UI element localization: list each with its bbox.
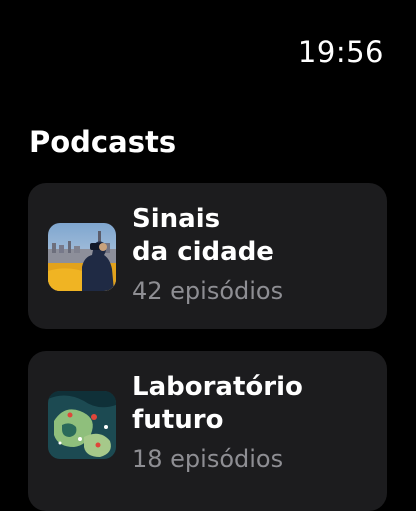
- status-time: 19:56: [297, 35, 384, 69]
- page-title: Podcasts: [29, 125, 177, 159]
- podcast-artwork: [48, 223, 116, 291]
- episode-count: 42 episódios: [132, 277, 284, 305]
- episode-count: 18 episódios: [132, 445, 284, 473]
- podcast-info: Sinais da cidade 42 episódios: [132, 203, 377, 306]
- podcast-title: Sinais da cidade: [132, 204, 274, 267]
- podcast-card-sinais-da-cidade[interactable]: Sinais da cidade 42 episódios: [28, 183, 387, 329]
- podcast-info: Laboratório futuro 18 episódios: [132, 371, 377, 474]
- podcast-card-laboratorio-futuro[interactable]: Laboratório futuro 18 episódios: [28, 351, 387, 511]
- city-skyline-person-artwork: [48, 223, 116, 291]
- podcast-artwork: [48, 391, 116, 459]
- abstract-map-artwork: [48, 391, 116, 459]
- podcast-title: Laboratório futuro: [132, 372, 303, 435]
